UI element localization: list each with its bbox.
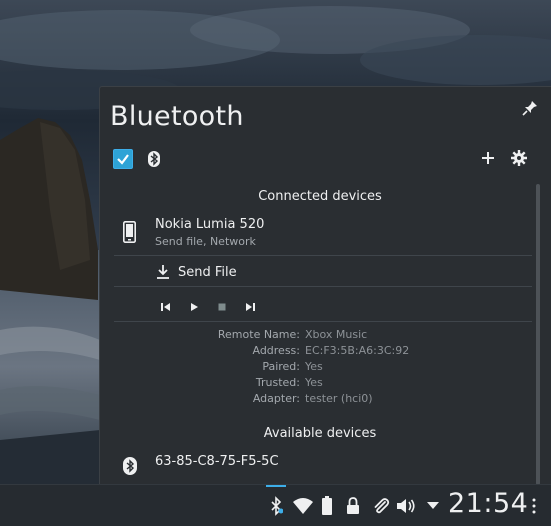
phone-icon bbox=[123, 221, 136, 247]
bluetooth-icon[interactable] bbox=[268, 495, 284, 517]
divider bbox=[114, 255, 532, 256]
active-indicator bbox=[266, 485, 286, 487]
paperclip-icon[interactable] bbox=[372, 495, 390, 517]
property-value: Yes bbox=[305, 360, 323, 373]
property-row: Trusted: Yes bbox=[100, 376, 551, 392]
property-row: Adapter: tester (hci0) bbox=[100, 392, 551, 408]
pin-icon[interactable] bbox=[521, 99, 539, 117]
divider bbox=[114, 321, 532, 322]
more-options-icon[interactable] bbox=[530, 495, 538, 517]
wifi-icon[interactable] bbox=[292, 495, 314, 517]
connected-devices-header: Connected devices bbox=[258, 189, 382, 204]
battery-icon[interactable] bbox=[321, 495, 333, 517]
send-file-label: Send File bbox=[178, 264, 237, 280]
taskbar-panel: 21:54 bbox=[0, 484, 551, 526]
available-device-name[interactable]: 63-85-C8-75-F5-5C bbox=[155, 454, 279, 469]
property-key: Adapter: bbox=[252, 392, 300, 405]
digital-clock[interactable]: 21:54 bbox=[448, 488, 528, 519]
popup-title: Bluetooth bbox=[110, 101, 244, 132]
volume-icon[interactable] bbox=[396, 495, 416, 517]
device-name[interactable]: Nokia Lumia 520 bbox=[155, 217, 264, 232]
bluetooth-enable-checkbox[interactable] bbox=[113, 149, 133, 169]
gear-icon bbox=[511, 150, 527, 166]
play-icon[interactable] bbox=[188, 301, 200, 313]
checkmark-icon bbox=[117, 154, 129, 165]
stop-icon[interactable] bbox=[216, 301, 228, 313]
property-key: Trusted: bbox=[255, 376, 300, 389]
add-device-button[interactable] bbox=[481, 151, 495, 165]
available-devices-header: Available devices bbox=[263, 426, 377, 441]
bluetooth-icon bbox=[147, 151, 161, 167]
property-row: Address: EC:F3:5B:A6:3C:92 bbox=[100, 344, 551, 360]
property-value: Yes bbox=[305, 376, 323, 389]
property-value: EC:F3:5B:A6:3C:92 bbox=[305, 344, 410, 357]
send-file-button[interactable]: Send File bbox=[156, 261, 237, 283]
device-list[interactable]: Connected devices Nokia Lumia 520 Send f… bbox=[100, 182, 551, 484]
previous-icon[interactable] bbox=[160, 301, 172, 313]
divider bbox=[114, 286, 532, 287]
media-controls bbox=[160, 301, 256, 313]
download-icon bbox=[157, 265, 169, 279]
expand-arrow-icon[interactable] bbox=[426, 495, 440, 517]
scrollbar[interactable] bbox=[536, 184, 540, 484]
property-value: Xbox Music bbox=[305, 328, 368, 341]
add-icon bbox=[482, 152, 494, 164]
property-key: Paired: bbox=[262, 360, 300, 373]
configure-button[interactable] bbox=[511, 150, 527, 166]
property-value: tester (hci0) bbox=[305, 392, 373, 405]
property-row: Paired: Yes bbox=[100, 360, 551, 376]
bluetooth-popup: Bluetooth Connected devices Nokia Lumia … bbox=[99, 86, 551, 484]
bluetooth-icon bbox=[123, 457, 137, 479]
property-key: Remote Name: bbox=[217, 328, 300, 341]
lock-icon[interactable] bbox=[346, 495, 360, 517]
property-key: Address: bbox=[252, 344, 300, 357]
property-row: Remote Name: Xbox Music bbox=[100, 328, 551, 344]
next-icon[interactable] bbox=[244, 301, 256, 313]
device-info: Send file, Network bbox=[155, 235, 256, 248]
